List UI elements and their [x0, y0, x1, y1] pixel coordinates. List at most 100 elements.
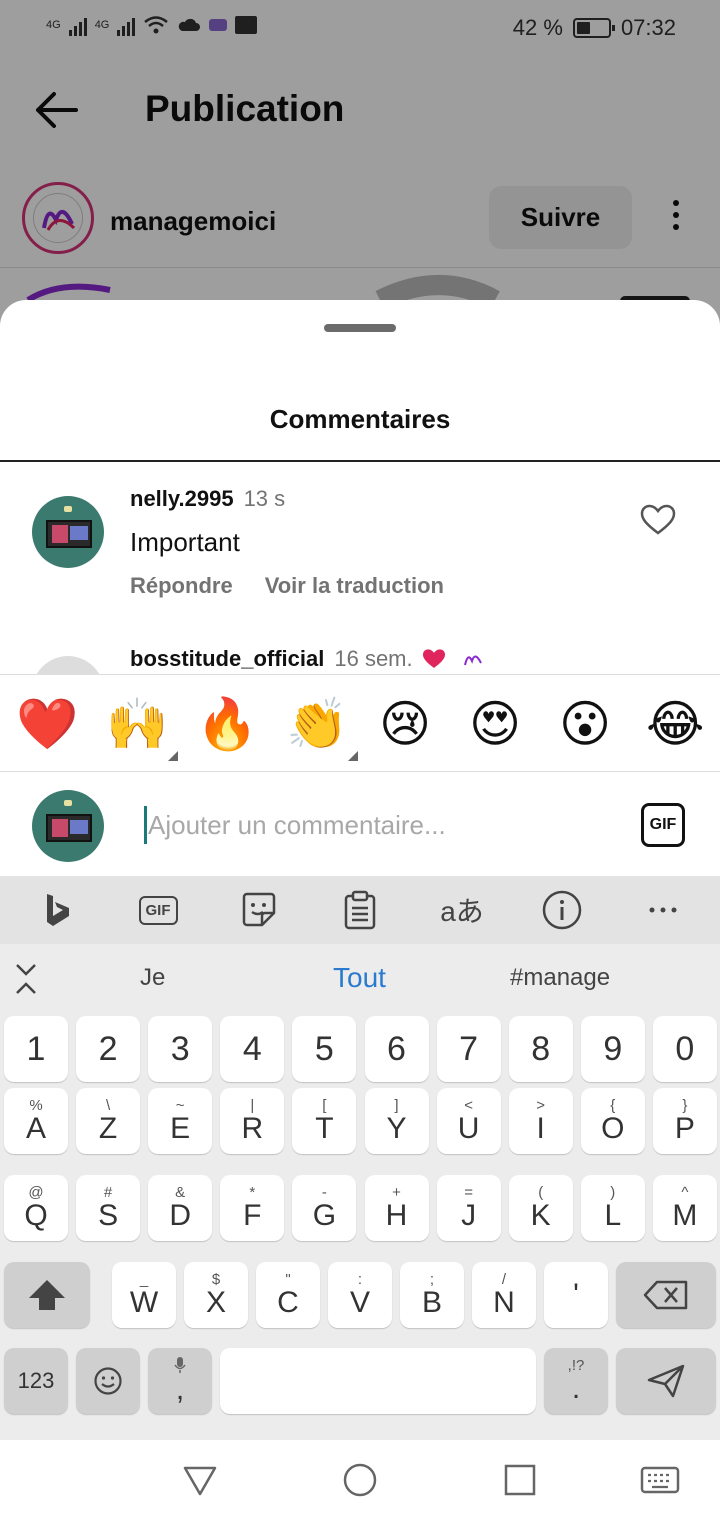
recents-square-icon[interactable]	[502, 1462, 538, 1498]
key-h-label: H	[385, 1198, 408, 1232]
key-2-label: 2	[98, 1030, 118, 1068]
space-key[interactable]	[220, 1348, 536, 1414]
period-key-label: .	[571, 1371, 581, 1405]
dim-overlay[interactable]	[0, 0, 720, 330]
key-0[interactable]: 0	[652, 1016, 717, 1082]
key-2[interactable]: 2	[76, 1016, 141, 1082]
key-j-alt: =	[464, 1183, 473, 1201]
emoji-raising-hands[interactable]: 🙌	[106, 695, 178, 761]
emoji-fire[interactable]: 🔥	[196, 695, 258, 753]
key-y[interactable]: ] Y	[364, 1088, 429, 1154]
reply-link[interactable]: Répondre	[130, 573, 233, 599]
key-z[interactable]: \ Z	[76, 1088, 141, 1154]
key-z-alt: \	[106, 1096, 111, 1114]
key-m[interactable]: ^ M	[652, 1175, 717, 1241]
emoji-laughing[interactable]: 😂	[646, 695, 704, 753]
key-c[interactable]: " C	[256, 1262, 320, 1328]
suggestion-1[interactable]: Je	[140, 964, 165, 992]
key-e[interactable]: ~ E	[148, 1088, 213, 1154]
shift-key[interactable]	[4, 1262, 90, 1328]
key-7[interactable]: 7	[436, 1016, 501, 1082]
gif-button[interactable]: GIF	[641, 803, 685, 847]
more-icon[interactable]	[641, 888, 685, 932]
gif-icon[interactable]: GIF	[136, 888, 180, 932]
key-o-label: O	[601, 1111, 625, 1145]
keyboard-gif-label: GIF	[138, 895, 178, 925]
send-key[interactable]	[616, 1348, 716, 1414]
numbers-key[interactable]: 123	[4, 1348, 68, 1414]
key-f[interactable]: * F	[220, 1175, 285, 1241]
emoji-heart[interactable]: ❤️	[16, 695, 78, 753]
key-b[interactable]: ; B	[400, 1262, 464, 1328]
comment-username-text[interactable]: bosstitude_official	[130, 646, 324, 672]
key-u[interactable]: < U	[436, 1088, 501, 1154]
sheet-divider	[0, 460, 720, 462]
bing-icon[interactable]	[36, 888, 80, 932]
backspace-key[interactable]	[616, 1262, 716, 1328]
sticker-icon[interactable]	[237, 888, 281, 932]
info-icon[interactable]	[540, 888, 584, 932]
comment-item: nelly.2995 13 s Important Répondre Voir l…	[0, 480, 720, 610]
commenter-avatar[interactable]	[32, 656, 104, 674]
keyboard-hide-icon[interactable]	[640, 1462, 680, 1498]
comment-username[interactable]: bosstitude_official 16 sem.	[130, 646, 485, 672]
commenter-avatar[interactable]	[32, 496, 104, 568]
emoji-crying[interactable]: 😢	[376, 695, 434, 753]
clipboard-icon[interactable]	[338, 888, 382, 932]
key-9[interactable]: 9	[580, 1016, 645, 1082]
key-h[interactable]: + H	[364, 1175, 429, 1241]
key-k[interactable]: (K	[508, 1175, 573, 1241]
key-o[interactable]: {O	[580, 1088, 645, 1154]
suggestion-3[interactable]: #manage	[510, 964, 610, 992]
see-translation-link[interactable]: Voir la traduction	[265, 573, 444, 599]
key-apostrophe[interactable]: '	[544, 1262, 608, 1328]
emoji-surprised[interactable]: 😮	[556, 695, 614, 753]
comment-username[interactable]: nelly.2995 13 s	[130, 486, 285, 512]
emoji-key[interactable]	[76, 1348, 140, 1414]
home-circle-icon[interactable]	[342, 1462, 378, 1498]
key-l[interactable]: ) L	[580, 1175, 645, 1241]
shift-icon	[29, 1280, 65, 1310]
key-6[interactable]: 6	[364, 1016, 429, 1082]
comment-item: bosstitude_official 16 sem.	[0, 640, 720, 674]
key-g[interactable]: -G	[292, 1175, 357, 1241]
key-i-label: I	[536, 1111, 545, 1145]
key-3[interactable]: 3	[148, 1016, 213, 1082]
collapse-icon[interactable]	[14, 962, 38, 996]
period-key[interactable]: ,!?.	[544, 1348, 608, 1414]
key-x[interactable]: $ X	[184, 1262, 248, 1328]
key-i[interactable]: > I	[508, 1088, 573, 1154]
key-8[interactable]: 8	[508, 1016, 573, 1082]
key-d[interactable]: & D	[148, 1175, 213, 1241]
key-0-label: 0	[675, 1030, 695, 1068]
key-4[interactable]: 4	[220, 1016, 285, 1082]
key-d-alt: &	[175, 1183, 186, 1201]
key-v[interactable]: :V	[328, 1262, 392, 1328]
comment-input[interactable]	[148, 804, 608, 846]
emoji-clapping[interactable]: 👏	[286, 695, 358, 761]
key-t[interactable]: [T	[292, 1088, 357, 1154]
quick-emoji-bar: ❤️ 🙌 🔥 👏 😢 😍 😮 😂	[0, 674, 720, 772]
key-n[interactable]: / N	[472, 1262, 536, 1328]
comma-key[interactable]: ,	[148, 1348, 212, 1414]
comment-username-text[interactable]: nelly.2995	[130, 486, 234, 511]
key-w[interactable]: _ W	[112, 1262, 176, 1328]
key-6-label: 6	[387, 1030, 406, 1068]
suggestion-2[interactable]: Tout	[333, 962, 386, 994]
back-triangle-icon[interactable]	[182, 1462, 218, 1498]
key-s[interactable]: # S	[76, 1175, 141, 1241]
key-q[interactable]: @ Q	[4, 1175, 68, 1241]
translate-icon[interactable]: aあ	[440, 888, 484, 932]
text-cursor	[144, 806, 147, 844]
key-1[interactable]: 1	[4, 1016, 68, 1082]
sheet-drag-handle[interactable]	[324, 324, 396, 332]
heart-outline-icon[interactable]	[640, 504, 676, 536]
emoji-heart-eyes[interactable]: 😍	[466, 695, 524, 753]
key-r[interactable]: | R	[220, 1088, 285, 1154]
key-v-label: V	[349, 1285, 370, 1319]
key-p[interactable]: } P	[652, 1088, 717, 1154]
key-j[interactable]: = J	[436, 1175, 501, 1241]
key-e-alt: ~	[175, 1096, 185, 1114]
key-a[interactable]: % A	[4, 1088, 68, 1154]
key-5[interactable]: 5	[292, 1016, 357, 1082]
